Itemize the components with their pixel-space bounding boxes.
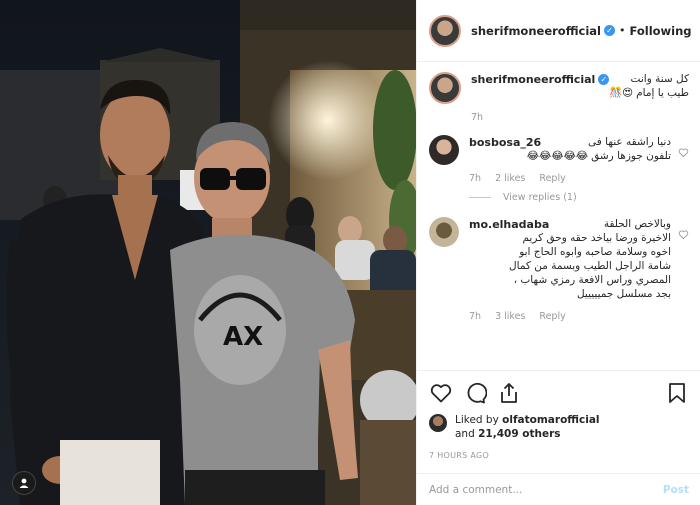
header-user-block: sherifmoneerofficial ✓ • Following: [471, 24, 692, 38]
reply-button[interactable]: Reply: [539, 173, 565, 184]
comment-emoji: 😂😂😂😂😂: [526, 150, 589, 162]
comment-text-line2: الاخيرة ورضا بياخد حقه وحق كريم: [522, 232, 671, 244]
reply-button[interactable]: Reply: [539, 311, 565, 322]
comment-time[interactable]: 7h: [469, 173, 481, 184]
comment-text-line5: المصري وراس الافعة رمزي شهاب ،: [513, 274, 671, 286]
comment-like-heart-icon[interactable]: [678, 229, 689, 240]
comment-text-line2: تلفون جوزها رشق: [591, 150, 671, 162]
comment-text-line6: بجد مسلسل جميييييل: [576, 288, 671, 300]
likes-and-label: and: [455, 428, 475, 440]
liker-username[interactable]: olfatomarofficial: [502, 414, 599, 426]
caption-username[interactable]: sherifmoneerofficial: [471, 73, 595, 86]
author-avatar[interactable]: [429, 14, 461, 47]
comment-icon[interactable]: [463, 381, 487, 405]
post-actions: Liked by olfatomarofficial and 21,409 ot…: [417, 370, 700, 460]
caption-row: sherifmoneerofficial ✓ كل سنة وانت 😍🎊 طي…: [429, 72, 689, 123]
post-time-ago[interactable]: 7 HOURS AGO: [429, 451, 689, 460]
caption-line2-wrap: 😍🎊 طيب يا إمام: [471, 86, 689, 100]
comment-avatar[interactable]: [429, 135, 459, 165]
likes-summary: Liked by olfatomarofficial and 21,409 ot…: [429, 413, 689, 441]
comment-text-line1: وبالاخص الحلقة: [603, 218, 671, 230]
post-photo[interactable]: AX: [0, 0, 416, 505]
svg-text:AX: AX: [223, 322, 263, 352]
comment-likes[interactable]: 2 likes: [495, 173, 525, 184]
photo-scene: AX: [0, 0, 416, 505]
caption-avatar[interactable]: [429, 72, 461, 104]
comment-avatar[interactable]: [429, 217, 459, 247]
comment-username[interactable]: bosbosa_26: [469, 136, 541, 149]
comment-text-line4: شامة الراجل الطيب وبسمة من كمال: [509, 260, 671, 272]
post-header: sherifmoneerofficial ✓ • Following: [417, 0, 700, 62]
comment-likes[interactable]: 3 likes: [495, 311, 525, 322]
comment-text-line3: اخوه وسلامة صاحبه وابوه الحاج ابو: [519, 246, 671, 258]
caption-text-line2: طيب يا إمام: [636, 87, 689, 99]
comment-time[interactable]: 7h: [469, 311, 481, 322]
share-icon[interactable]: [497, 381, 521, 405]
comment-line2-wrap: 😂😂😂😂😂 تلفون جوزها رشق: [469, 149, 671, 163]
comment-like-heart-icon[interactable]: [678, 147, 689, 158]
user-tag-icon: [19, 478, 29, 488]
view-replies-label: View replies (1): [503, 192, 577, 203]
view-replies-button[interactable]: View replies (1): [469, 192, 689, 203]
bookmark-icon[interactable]: [665, 381, 689, 405]
comment-row: mo.elhadaba وبالاخص الحلقة الاخيرة ورضا …: [429, 217, 689, 322]
author-username[interactable]: sherifmoneerofficial: [471, 24, 601, 38]
add-comment-bar: Post: [417, 473, 700, 505]
comment-meta: 7h 3 likes Reply: [469, 311, 671, 322]
action-icons: [429, 379, 689, 407]
caption-time[interactable]: 7h: [471, 112, 483, 123]
comments-list[interactable]: sherifmoneerofficial ✓ كل سنة وانت 😍🎊 طي…: [417, 62, 700, 370]
verified-badge-icon: ✓: [598, 73, 610, 85]
comment-row: bosbosa_26 دنيا راشقه عنها فى 😂😂😂😂😂 تلفو…: [429, 135, 689, 184]
following-button[interactable]: Following: [629, 24, 691, 38]
post-side-panel: sherifmoneerofficial ✓ • Following sheri…: [416, 0, 700, 505]
replies-divider: [469, 197, 491, 198]
comment-username[interactable]: mo.elhadaba: [469, 218, 549, 231]
separator-dot: •: [618, 24, 626, 37]
post-comment-button[interactable]: Post: [663, 484, 689, 496]
caption-emoji: 😍🎊: [609, 87, 634, 99]
likes-text: Liked by olfatomarofficial and 21,409 ot…: [455, 413, 600, 441]
caption-meta: 7h: [471, 112, 689, 123]
caption-body: sherifmoneerofficial ✓ كل سنة وانت 😍🎊 طي…: [471, 72, 689, 124]
heart-icon[interactable]: [429, 381, 453, 405]
liked-by-label: Liked by: [455, 414, 499, 426]
comment-meta: 7h 2 likes Reply: [469, 173, 671, 184]
liker-avatar[interactable]: [429, 414, 447, 432]
caption-text-line1: كل سنة وانت: [630, 73, 689, 85]
verified-badge-icon: ✓: [603, 25, 615, 36]
comment-body: bosbosa_26 دنيا راشقه عنها فى 😂😂😂😂😂 تلفو…: [469, 135, 689, 185]
comment-name-line: bosbosa_26 دنيا راشقه عنها فى: [469, 135, 671, 149]
comment-input[interactable]: [429, 483, 663, 496]
comment-name-line: mo.elhadaba وبالاخص الحلقة: [469, 217, 671, 231]
likes-count[interactable]: 21,409 others: [478, 428, 560, 440]
comment-body: mo.elhadaba وبالاخص الحلقة الاخيرة ورضا …: [469, 217, 689, 323]
comment-text-line1: دنيا راشقه عنها فى: [588, 136, 671, 148]
user-tag-button[interactable]: [12, 471, 36, 495]
caption-name-line: sherifmoneerofficial ✓ كل سنة وانت: [471, 72, 689, 86]
